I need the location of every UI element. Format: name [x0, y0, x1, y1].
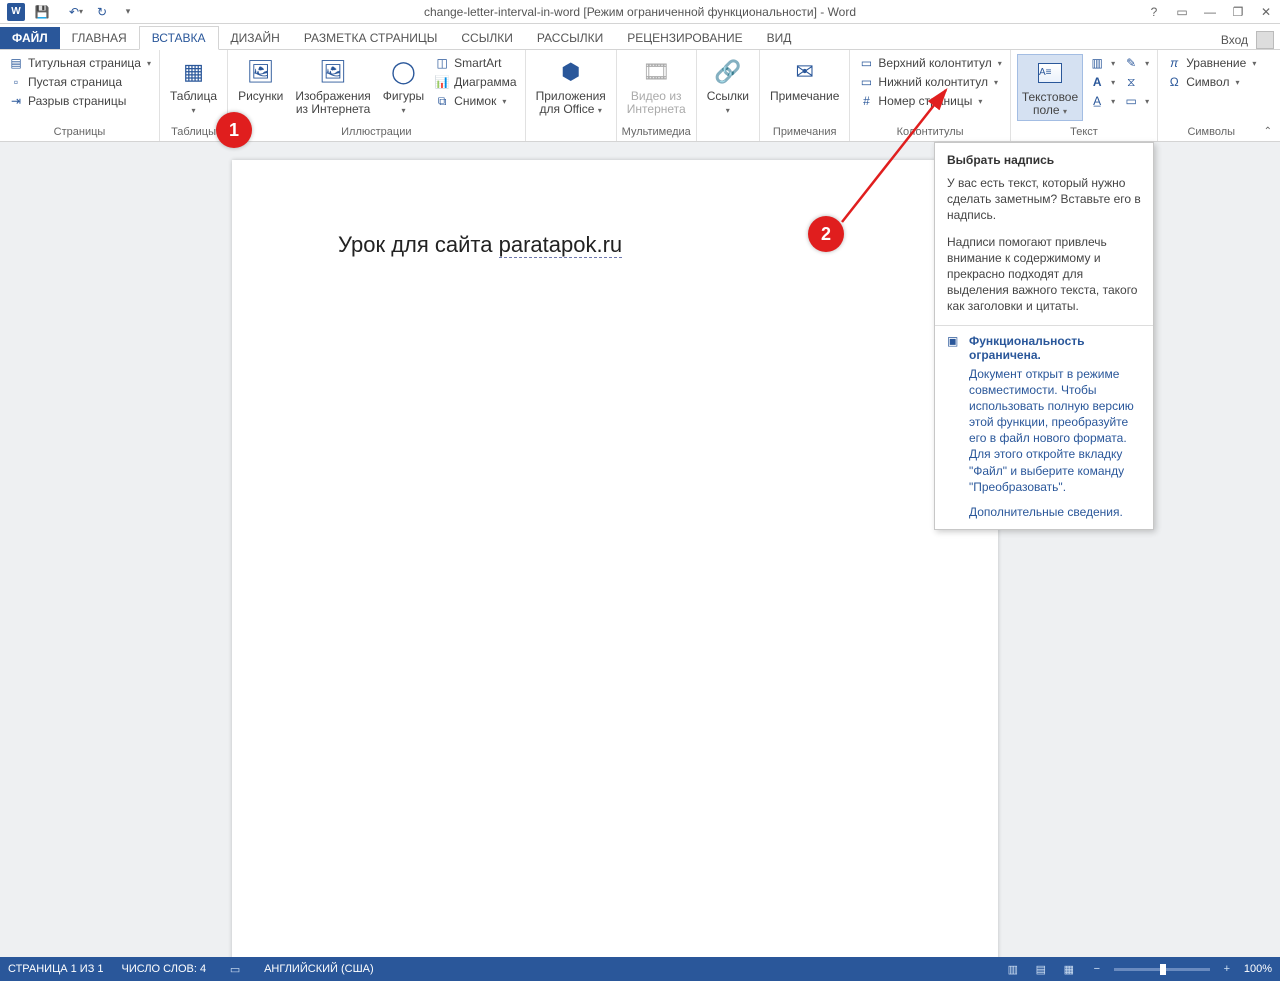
- table-button[interactable]: ▦ Таблица▾: [166, 54, 221, 119]
- word-small-icon: ▣: [947, 334, 963, 350]
- app-icon[interactable]: W: [4, 1, 28, 23]
- print-layout-icon[interactable]: ▤: [1030, 960, 1052, 978]
- group-headerfooter-title: Колонтитулы: [850, 124, 1009, 141]
- links-button[interactable]: 🔗Ссылки▾: [703, 54, 753, 119]
- qat-customize[interactable]: ▾: [116, 1, 140, 23]
- tab-home[interactable]: ГЛАВНАЯ: [60, 27, 139, 49]
- blank-page-button[interactable]: ▫Пустая страница: [6, 73, 153, 91]
- zoom-out-icon[interactable]: −: [1086, 960, 1108, 978]
- pictures-button[interactable]: 🖼Рисунки: [234, 54, 287, 105]
- tab-review[interactable]: РЕЦЕНЗИРОВАНИЕ: [615, 27, 754, 49]
- doc-text-part1: Урок для сайта: [338, 232, 499, 257]
- group-illustrations: 🖼Рисунки 🖼Изображения из Интернета ◯Фигу…: [228, 50, 526, 141]
- qat-undo[interactable]: ↶▾: [64, 1, 88, 23]
- callout-1: 1: [216, 112, 252, 148]
- shapes-button[interactable]: ◯Фигуры▾: [379, 54, 428, 119]
- tooltip-warn-body: Документ открыт в режиме совместимости. …: [969, 366, 1141, 496]
- zoom-in-icon[interactable]: +: [1216, 960, 1238, 978]
- tab-design[interactable]: ДИЗАЙН: [219, 27, 292, 49]
- group-symbols-title: Символы: [1158, 124, 1264, 141]
- group-apps: ⬢Приложения для Office ▾: [526, 50, 617, 141]
- proofing-icon[interactable]: ▭: [224, 960, 246, 978]
- header-button[interactable]: ▭Верхний колонтитул▾: [856, 54, 1003, 72]
- tab-file[interactable]: ФАЙЛ: [0, 27, 60, 49]
- status-page[interactable]: СТРАНИЦА 1 ИЗ 1: [8, 963, 104, 975]
- group-links: 🔗Ссылки▾: [697, 50, 760, 141]
- minimize-icon[interactable]: —: [1196, 1, 1224, 23]
- doc-text-part2: paratapok.ru: [499, 232, 623, 258]
- document-text[interactable]: Урок для сайта paratapok.ru: [338, 232, 622, 258]
- zoom-level[interactable]: 100%: [1244, 963, 1272, 975]
- drop-cap-button[interactable]: A̲▾: [1087, 92, 1117, 110]
- page-break-button[interactable]: ⇥Разрыв страницы: [6, 92, 153, 110]
- footer-button[interactable]: ▭Нижний колонтитул▾: [856, 73, 1003, 91]
- cover-page-button[interactable]: ▤Титульная страница▾: [6, 54, 153, 72]
- close-icon[interactable]: ✕: [1252, 1, 1280, 23]
- ribbon-display-options-icon[interactable]: ▭: [1168, 1, 1196, 23]
- tooltip-title: Выбрать надпись: [947, 153, 1141, 167]
- smartart-button[interactable]: ◫SmartArt: [432, 54, 518, 72]
- chart-button[interactable]: 📊Диаграмма: [432, 73, 518, 91]
- tab-mailings[interactable]: РАССЫЛКИ: [525, 27, 615, 49]
- group-text: A≡ Текстовое поле ▾ ▥▾ A▾ A̲▾ ✎▾ ⧖ ▭▾ Те…: [1011, 50, 1158, 141]
- page-number-button[interactable]: #Номер страницы▾: [856, 92, 1003, 110]
- collapse-ribbon-icon[interactable]: ⌃: [1264, 126, 1272, 137]
- text-box-button[interactable]: A≡ Текстовое поле ▾: [1017, 54, 1083, 121]
- group-media-title: Мультимедиа: [617, 124, 696, 141]
- group-illustrations-title: Иллюстрации: [228, 124, 525, 141]
- ribbon-tabs: ФАЙЛ ГЛАВНАЯ ВСТАВКА ДИЗАЙН РАЗМЕТКА СТР…: [0, 24, 1280, 50]
- status-bar: СТРАНИЦА 1 ИЗ 1 ЧИСЛО СЛОВ: 4 ▭ АНГЛИЙСК…: [0, 957, 1280, 981]
- group-apps-title: [526, 136, 616, 141]
- online-video-button: 🎞Видео из Интернета: [623, 54, 690, 118]
- office-apps-button[interactable]: ⬢Приложения для Office ▾: [532, 54, 610, 119]
- tooltip-p1: У вас есть текст, который нужно сделать …: [947, 175, 1141, 224]
- status-language[interactable]: АНГЛИЙСКИЙ (США): [264, 963, 374, 975]
- tab-layout[interactable]: РАЗМЕТКА СТРАНИЦЫ: [292, 27, 450, 49]
- group-comments: ✉Примечание Примечания: [760, 50, 850, 141]
- equation-button[interactable]: πУравнение▾: [1164, 54, 1258, 72]
- wordart-button[interactable]: A▾: [1087, 73, 1117, 91]
- signin-link[interactable]: Вход: [1221, 33, 1248, 47]
- group-pages: ▤Титульная страница▾ ▫Пустая страница ⇥Р…: [0, 50, 160, 141]
- group-text-title: Текст: [1011, 124, 1157, 141]
- tooltip-warn-title: Функциональность ограничена.: [969, 334, 1141, 362]
- online-pictures-button[interactable]: 🖼Изображения из Интернета: [291, 54, 374, 118]
- titlebar: W 💾 ↶▾ ↻ ▾ change-letter-interval-in-wor…: [0, 0, 1280, 24]
- group-comments-title: Примечания: [760, 124, 849, 141]
- tooltip-p2: Надписи помогают привлечь внимание к сод…: [947, 234, 1141, 315]
- group-headerfooter: ▭Верхний колонтитул▾ ▭Нижний колонтитул▾…: [850, 50, 1010, 141]
- group-links-title: [697, 136, 759, 141]
- avatar-icon[interactable]: [1256, 31, 1274, 49]
- ribbon: ▤Титульная страница▾ ▫Пустая страница ⇥Р…: [0, 50, 1280, 142]
- group-symbols: πУравнение▾ ΩСимвол▾ Символы: [1158, 50, 1264, 141]
- tooltip-more-link[interactable]: Дополнительные сведения.: [969, 505, 1141, 519]
- comment-button[interactable]: ✉Примечание: [766, 54, 843, 105]
- window-title: change-letter-interval-in-word [Режим ог…: [0, 5, 1280, 19]
- document-page[interactable]: Урок для сайта paratapok.ru: [232, 160, 998, 957]
- signature-line-button[interactable]: ✎▾: [1121, 54, 1151, 72]
- quick-parts-button[interactable]: ▥▾: [1087, 54, 1117, 72]
- status-words[interactable]: ЧИСЛО СЛОВ: 4: [122, 963, 207, 975]
- web-layout-icon[interactable]: ▦: [1058, 960, 1080, 978]
- qat-save[interactable]: 💾: [30, 1, 54, 23]
- help-icon[interactable]: ?: [1140, 1, 1168, 23]
- tab-view[interactable]: ВИД: [755, 27, 804, 49]
- object-button[interactable]: ▭▾: [1121, 92, 1151, 110]
- tab-insert[interactable]: ВСТАВКА: [139, 26, 219, 50]
- zoom-slider[interactable]: [1114, 968, 1210, 971]
- tab-references[interactable]: ССЫЛКИ: [449, 27, 524, 49]
- date-time-button[interactable]: ⧖: [1121, 73, 1151, 91]
- group-pages-title: Страницы: [0, 124, 159, 141]
- tooltip-textbox: Выбрать надпись У вас есть текст, которы…: [934, 142, 1154, 530]
- group-media: 🎞Видео из Интернета Мультимедиа: [617, 50, 697, 141]
- screenshot-button[interactable]: ⧉Снимок▾: [432, 92, 518, 110]
- symbol-button[interactable]: ΩСимвол▾: [1164, 73, 1258, 91]
- qat-redo[interactable]: ↻: [90, 1, 114, 23]
- restore-icon[interactable]: ❐: [1224, 1, 1252, 23]
- callout-2: 2: [808, 216, 844, 252]
- read-mode-icon[interactable]: ▥: [1002, 960, 1024, 978]
